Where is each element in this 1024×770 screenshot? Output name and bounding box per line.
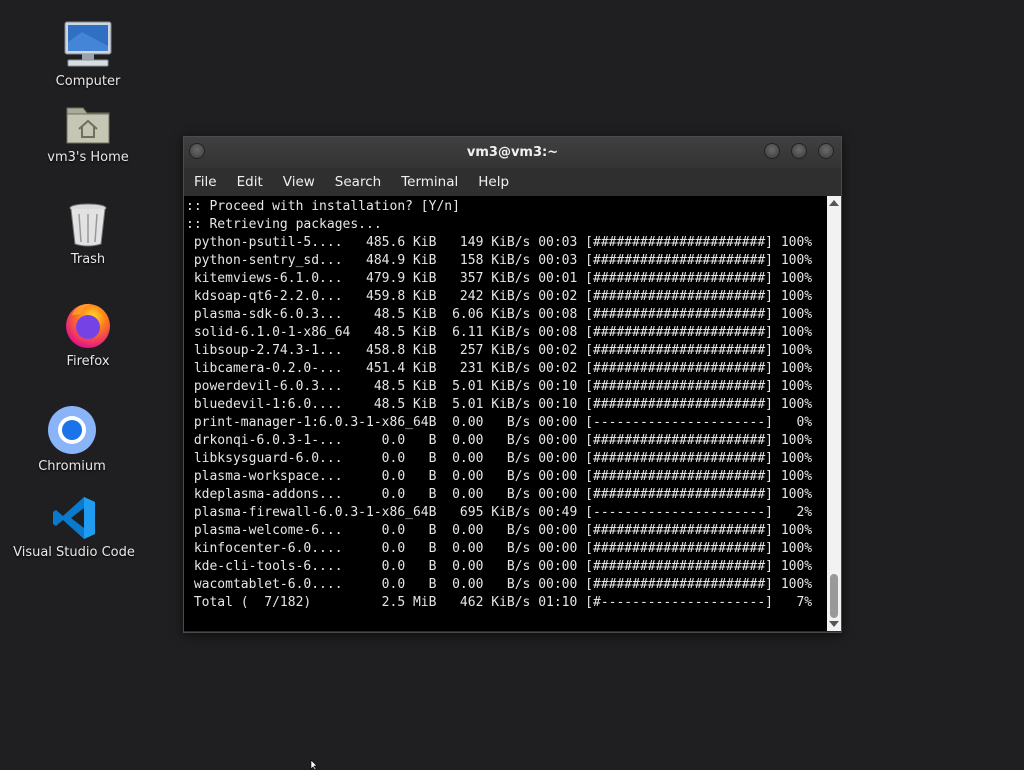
- desktop-icon-home[interactable]: vm3's Home: [23, 102, 153, 165]
- terminal-line: plasma-welcome-6... 0.0 B 0.00 B/s 00:00…: [186, 523, 813, 538]
- terminal-line: print-manager-1:6.0.3-1-x86_64B 0.00 B/s…: [186, 415, 813, 430]
- terminal-line: drkonqi-6.0.3-1-... 0.0 B 0.00 B/s 00:00…: [186, 433, 813, 448]
- desktop-icon-chromium[interactable]: Chromium: [7, 405, 137, 474]
- desktop-icon-computer[interactable]: Computer: [23, 20, 153, 89]
- terminal-line: plasma-firewall-6.0.3-1-x86_64B 695 KiB/…: [186, 505, 813, 520]
- desktop-icon-label: Trash: [70, 252, 106, 267]
- desktop-icon-trash[interactable]: Trash: [23, 202, 153, 267]
- terminal-line: libcamera-0.2.0-... 451.4 KiB 231 KiB/s …: [186, 361, 813, 376]
- terminal-line: plasma-sdk-6.0.3... 48.5 KiB 6.06 KiB/s …: [186, 307, 813, 322]
- menu-view[interactable]: View: [277, 174, 323, 190]
- menu-file[interactable]: File: [188, 174, 225, 190]
- terminal-line: Total ( 7/182) 2.5 MiB 462 KiB/s 01:10 […: [186, 595, 813, 610]
- terminal-window[interactable]: vm3@vm3:~ File Edit View Search Terminal…: [183, 136, 842, 633]
- terminal-line: :: Proceed with installation? [Y/n]: [186, 199, 460, 214]
- scroll-down-icon[interactable]: [829, 621, 839, 627]
- trash-icon: [69, 203, 107, 247]
- menu-terminal[interactable]: Terminal: [395, 174, 466, 190]
- home-folder-icon: [66, 107, 110, 144]
- terminal-line: wacomtablet-6.0.... 0.0 B 0.00 B/s 00:00…: [186, 577, 813, 592]
- desktop-icon-firefox[interactable]: Firefox: [23, 300, 153, 369]
- scroll-up-icon[interactable]: [829, 200, 839, 206]
- chromium-icon: [48, 406, 96, 454]
- menu-search[interactable]: Search: [329, 174, 389, 190]
- terminal-line: libksysguard-6.0... 0.0 B 0.00 B/s 00:00…: [186, 451, 813, 466]
- terminal-line: solid-6.1.0-1-x86_64 48.5 KiB 6.11 KiB/s…: [186, 325, 813, 340]
- terminal-line: kinfocenter-6.0.... 0.0 B 0.00 B/s 00:00…: [186, 541, 813, 556]
- desktop-icon-label: Firefox: [66, 354, 110, 369]
- maximize-button[interactable]: [791, 143, 807, 159]
- terminal-line: kdsoap-qt6-2.2.0... 459.8 KiB 242 KiB/s …: [186, 289, 813, 304]
- desktop-icon-label: Computer: [55, 74, 121, 89]
- window-menu-button[interactable]: [189, 143, 205, 159]
- terminal-line: libsoup-2.74.3-1... 458.8 KiB 257 KiB/s …: [186, 343, 813, 358]
- firefox-icon: [66, 303, 110, 348]
- terminal-line: kde-cli-tools-6.... 0.0 B 0.00 B/s 00:00…: [186, 559, 813, 574]
- terminal-output[interactable]: :: Proceed with installation? [Y/n] :: R…: [184, 196, 827, 631]
- desktop-icon-label: Visual Studio Code: [13, 545, 135, 560]
- computer-icon: [64, 21, 112, 67]
- terminal-line: powerdevil-6.0.3... 48.5 KiB 5.01 KiB/s …: [186, 379, 813, 394]
- window-titlebar[interactable]: vm3@vm3:~: [184, 137, 841, 168]
- terminal-line: python-sentry_sd... 484.9 KiB 158 KiB/s …: [186, 253, 813, 268]
- menu-bar: File Edit View Search Terminal Help: [184, 168, 841, 196]
- terminal-line: bluedevil-1:6.0.... 48.5 KiB 5.01 KiB/s …: [186, 397, 813, 412]
- close-button[interactable]: [818, 143, 834, 159]
- terminal-line: python-psutil-5.... 485.6 KiB 149 KiB/s …: [186, 235, 813, 250]
- minimize-button[interactable]: [764, 143, 780, 159]
- menu-help[interactable]: Help: [472, 174, 517, 190]
- window-title: vm3@vm3:~: [466, 145, 559, 160]
- scrollbar-thumb[interactable]: [830, 574, 838, 618]
- mouse-cursor-icon: [310, 760, 318, 770]
- vscode-icon: [53, 497, 95, 539]
- menu-edit[interactable]: Edit: [231, 174, 271, 190]
- terminal-line: :: Retrieving packages...: [186, 217, 382, 232]
- terminal-line: kitemviews-6.1.0... 479.9 KiB 357 KiB/s …: [186, 271, 813, 286]
- desktop-icon-vscode[interactable]: Visual Studio Code: [9, 495, 139, 560]
- desktop-icon-label: Chromium: [38, 459, 106, 474]
- desktop-icon-label: vm3's Home: [47, 150, 129, 165]
- terminal-line: kdeplasma-addons... 0.0 B 0.00 B/s 00:00…: [186, 487, 813, 502]
- terminal-line: plasma-workspace... 0.0 B 0.00 B/s 00:00…: [186, 469, 813, 484]
- terminal-scrollbar[interactable]: [827, 196, 841, 631]
